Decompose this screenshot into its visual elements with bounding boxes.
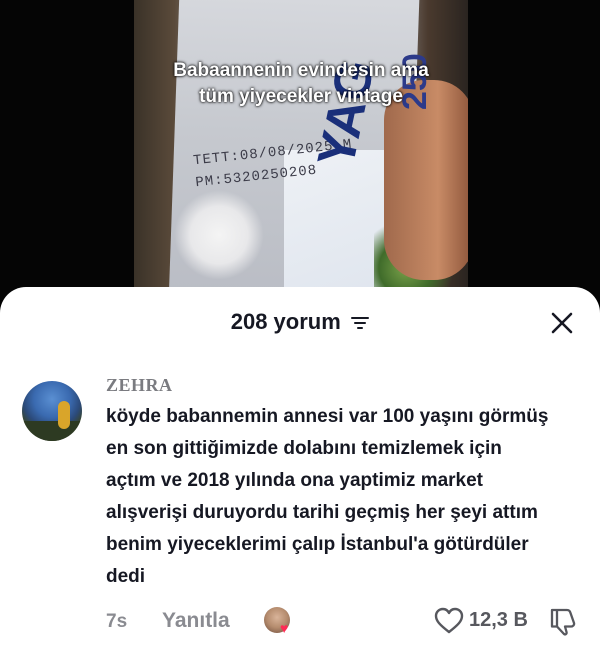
video-player[interactable]: TETT:08/08/2025 M PM:5320250208 YAG 250 …	[0, 0, 600, 300]
comment-count-label: 208 yorum	[230, 309, 341, 334]
like-count: 12,3 B	[469, 609, 528, 631]
reply-button[interactable]: Yanıtla	[162, 609, 230, 633]
creator-liked-avatar: ♥	[264, 607, 290, 636]
heart-outline-icon[interactable]	[434, 607, 464, 635]
avatar-person	[58, 401, 70, 429]
creator-heart-icon: ♥	[280, 620, 289, 636]
comment-text: köyde babannemin annesi var 100 yaşını g…	[106, 406, 549, 587]
comment-username[interactable]: ZEHRA	[106, 375, 173, 396]
thumbs-down-icon[interactable]	[548, 607, 578, 637]
avatar-ground	[22, 421, 82, 441]
video-frame[interactable]: TETT:08/08/2025 M PM:5320250208 YAG 250	[134, 0, 468, 300]
comment-meta-row: 7s Yanıtla ♥ 12,3 B	[0, 605, 600, 637]
comments-sheet: 208 yorum ZEHRA köyde babannemin annesi …	[0, 287, 600, 653]
hand-holding-carton	[384, 80, 468, 280]
avatar[interactable]	[22, 381, 82, 441]
comment-timestamp: 7s	[106, 611, 128, 632]
sort-lines-icon[interactable]	[351, 316, 370, 330]
close-x-icon[interactable]	[548, 309, 576, 337]
video-caption: Babaannenin evindesin ama tüm yiyecekler…	[173, 60, 429, 107]
milk-splash-graphic	[174, 190, 264, 280]
comments-header: 208 yorum	[0, 309, 600, 339]
